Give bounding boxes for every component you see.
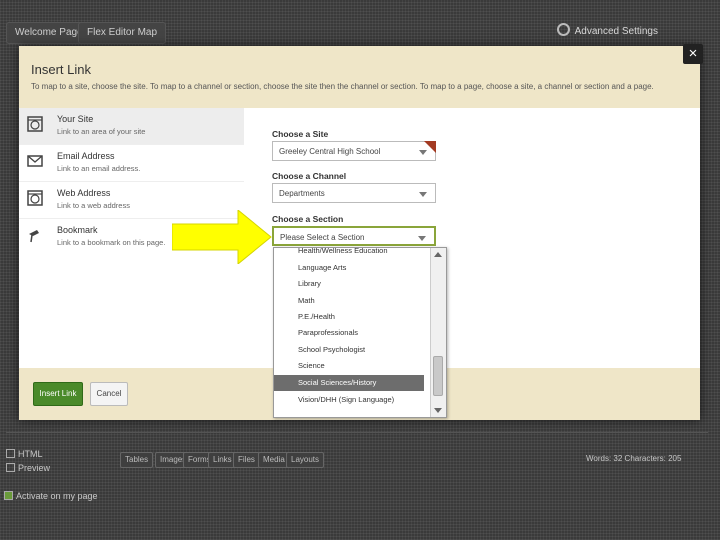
- dropdown-option-selected[interactable]: Social Sciences/History: [274, 375, 424, 391]
- close-button[interactable]: ×: [683, 44, 703, 64]
- activate-toggle[interactable]: Activate on my page: [4, 491, 98, 501]
- advanced-settings-label: Advanced Settings: [574, 26, 658, 37]
- dropdown-option[interactable]: P.E./Health: [274, 309, 424, 325]
- option-desc: Link to a bookmark on this page.: [57, 238, 166, 247]
- section-select-value: Please Select a Section: [280, 233, 365, 242]
- option-desc: Link to an email address.: [57, 164, 141, 173]
- checkbox-icon: [6, 449, 15, 458]
- section-select[interactable]: Please Select a Section: [272, 226, 436, 246]
- envelope-icon: [27, 155, 43, 167]
- channel-label: Choose a Channel: [272, 171, 347, 181]
- section-label: Choose a Section: [272, 214, 344, 224]
- checkbox-icon: [6, 463, 15, 472]
- section-dropdown-list: Health/Wellness Education Language Arts …: [273, 247, 447, 418]
- dropdown-option[interactable]: Vision/DHH (Sign Language): [274, 392, 424, 408]
- bookmark-icon: [29, 230, 39, 243]
- gear-icon: [556, 23, 570, 36]
- site-label: Choose a Site: [272, 129, 329, 139]
- option-desc: Link to an area of your site: [57, 127, 146, 136]
- dialog-header: Insert Link To map to a site, choose the…: [19, 46, 700, 108]
- dropdown-option[interactable]: Paraprofessionals: [274, 325, 424, 341]
- tables-button[interactable]: Tables: [120, 452, 154, 468]
- dropdown-scrollbar[interactable]: [430, 248, 446, 417]
- preview-label: Preview: [18, 463, 51, 473]
- insert-link-button[interactable]: Insert Link: [33, 382, 83, 406]
- channel-select[interactable]: Departments: [272, 183, 436, 203]
- dropdown-option[interactable]: Library: [274, 276, 424, 292]
- yellow-arrow-icon: [172, 210, 272, 264]
- tab-flex-editor-map[interactable]: Flex Editor Map: [78, 22, 167, 44]
- layouts-button[interactable]: Layouts: [286, 452, 325, 468]
- scroll-down-icon[interactable]: [434, 408, 442, 413]
- html-toggle[interactable]: HTML: [6, 449, 43, 459]
- scrollbar-thumb[interactable]: [433, 356, 443, 396]
- dropdown-option[interactable]: Language Arts: [274, 260, 424, 276]
- dropdown-option[interactable]: Health/Wellness Education: [274, 248, 424, 259]
- top-bar: Welcome Page Flex Editor Map Advanced Se…: [0, 18, 720, 46]
- advanced-settings-link[interactable]: Advanced Settings: [556, 22, 658, 42]
- site-select[interactable]: Greeley Central High School: [272, 141, 436, 161]
- dropdown-option[interactable]: Science: [274, 358, 424, 374]
- corner-marker-icon: [424, 141, 436, 153]
- files-button[interactable]: Files: [233, 452, 260, 468]
- dialog-title: Insert Link: [31, 62, 91, 77]
- divider: [6, 432, 708, 433]
- html-label: HTML: [18, 449, 43, 459]
- option-title: Your Site: [57, 114, 94, 124]
- dropdown-option[interactable]: School Psychologist: [274, 342, 424, 358]
- instruction-callout: Click on “Choose A Section” and select “…: [468, 265, 680, 345]
- preview-toggle[interactable]: Preview: [6, 463, 50, 473]
- option-desc: Link to a web address: [57, 201, 130, 210]
- globe-icon: [27, 190, 43, 206]
- word-count: Words: 32 Characters: 205: [586, 454, 682, 463]
- option-title: Bookmark: [57, 225, 98, 235]
- channel-select-value: Departments: [279, 189, 325, 198]
- site-icon: [27, 116, 43, 132]
- activate-label: Activate on my page: [16, 491, 98, 501]
- checkbox-icon: [4, 491, 13, 500]
- dialog-description: To map to a site, choose the site. To ma…: [31, 82, 654, 91]
- option-title: Email Address: [57, 151, 115, 161]
- cancel-button[interactable]: Cancel: [90, 382, 128, 406]
- link-type-your-site[interactable]: Your Site Link to an area of your site: [19, 108, 244, 145]
- option-title: Web Address: [57, 188, 111, 198]
- scroll-up-icon[interactable]: [434, 252, 442, 257]
- dropdown-option[interactable]: Math: [274, 293, 424, 309]
- chevron-down-icon: [419, 192, 427, 197]
- site-select-value: Greeley Central High School: [279, 147, 381, 156]
- chevron-down-icon: [418, 236, 426, 241]
- link-type-email[interactable]: Email Address Link to an email address.: [19, 145, 244, 182]
